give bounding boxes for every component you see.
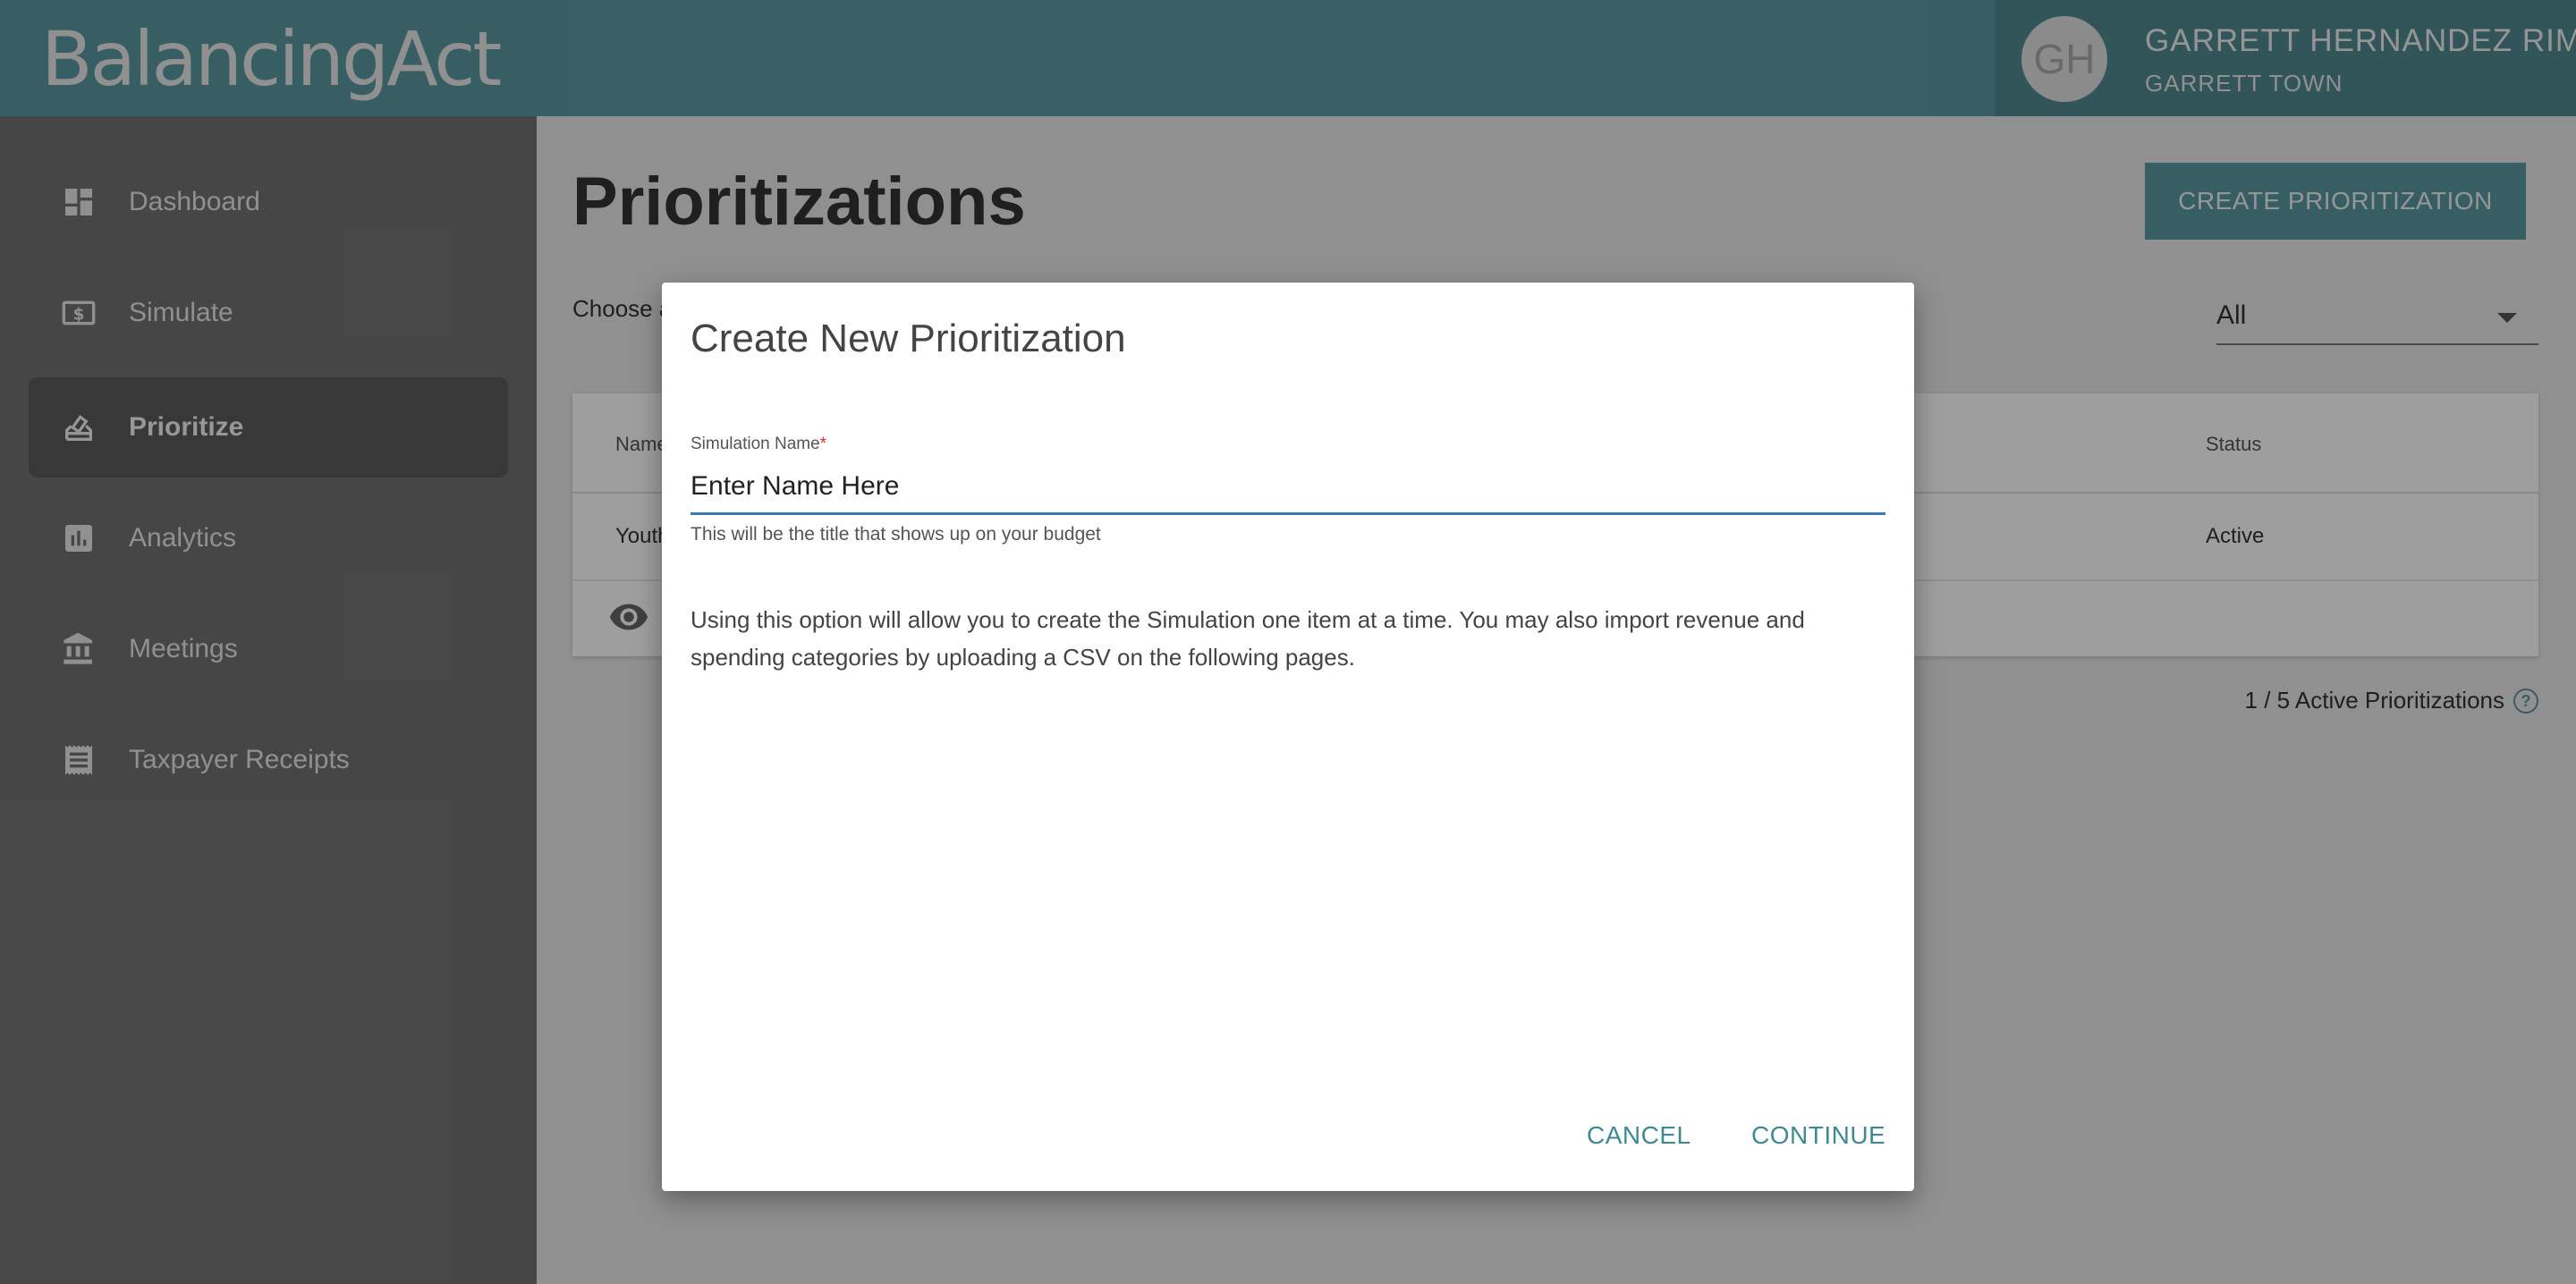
continue-button[interactable]: CONTINUE bbox=[1751, 1121, 1885, 1150]
required-mark: * bbox=[819, 435, 827, 453]
simulation-name-input[interactable] bbox=[691, 460, 1885, 515]
create-prioritization-dialog: Create New Prioritization Simulation Nam… bbox=[662, 283, 1914, 1191]
dialog-title: Create New Prioritization bbox=[691, 317, 1126, 360]
dialog-description: Using this option will allow you to crea… bbox=[691, 606, 1805, 671]
field-label-text: Simulation Name bbox=[691, 435, 820, 453]
simulation-name-label: Simulation Name* bbox=[691, 435, 826, 454]
cancel-button[interactable]: CANCEL bbox=[1587, 1121, 1691, 1150]
helper-text: This will be the title that shows up on … bbox=[691, 524, 1101, 545]
